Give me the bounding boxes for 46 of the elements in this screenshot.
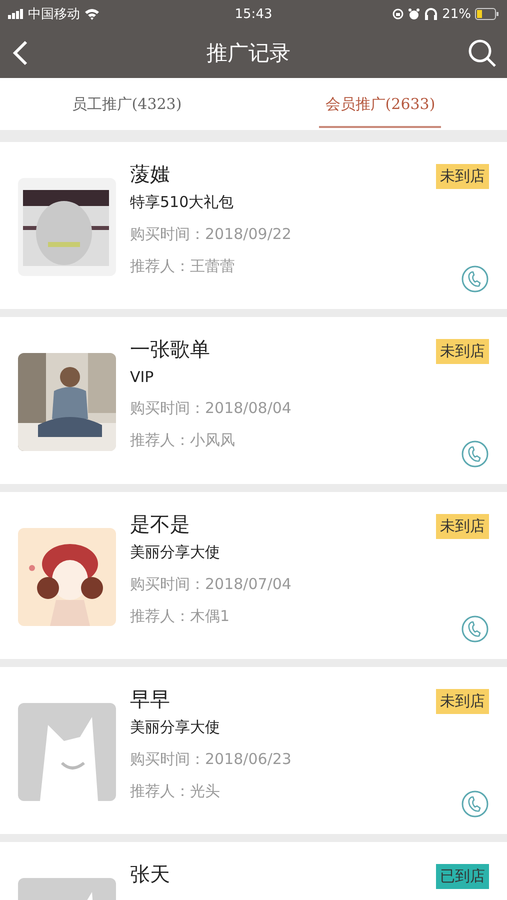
record-card[interactable]: 张天 已到店	[0, 842, 507, 900]
record-card[interactable]: 是不是 美丽分享大使 购买时间：2018/07/04 推荐人：木偶1 未到店	[0, 492, 507, 659]
member-name: 张天	[130, 861, 170, 888]
alarm-icon	[408, 8, 420, 20]
package-name: 美丽分享大使	[130, 718, 220, 737]
tab[interactable]: 会员推广(2633)	[254, 78, 507, 130]
status-badge: 未到店	[436, 339, 489, 364]
battery-icon	[475, 8, 499, 20]
signal-icon	[8, 9, 24, 19]
record-card[interactable]: 一张歌单 VIP 购买时间：2018/08/04 推荐人：小风风 未到店	[0, 317, 507, 484]
record-card[interactable]: 早早 美丽分享大使 购买时间：2018/06/23 推荐人：光头 未到店	[0, 667, 507, 834]
status-badge: 已到店	[436, 864, 489, 889]
status-badge: 未到店	[436, 164, 489, 189]
phone-icon[interactable]	[461, 615, 489, 643]
member-name: 早早	[130, 686, 170, 713]
headphones-icon	[424, 8, 438, 20]
purchase-time: 购买时间：2018/09/22	[130, 225, 292, 244]
record-card[interactable]: 蔆媸 特享510大礼包 购买时间：2018/09/22 推荐人：王蕾蕾 未到店	[0, 142, 507, 309]
purchase-time: 购买时间：2018/07/04	[130, 575, 292, 594]
wifi-icon	[84, 8, 100, 20]
package-name: 美丽分享大使	[130, 543, 220, 562]
status-badge: 未到店	[436, 514, 489, 539]
phone-icon[interactable]	[461, 265, 489, 293]
tab[interactable]: 员工推广(4323)	[0, 78, 254, 130]
avatar-placeholder-icon	[18, 703, 116, 801]
referrer: 推荐人：王蕾蕾	[130, 257, 235, 276]
referrer: 推荐人：木偶1	[130, 607, 230, 626]
rotation-lock-icon	[392, 8, 404, 20]
referrer: 推荐人：小风风	[130, 431, 235, 450]
page-title: 推广记录	[206, 40, 290, 67]
member-name: 一张歌单	[130, 336, 210, 363]
referrer: 推荐人：光头	[130, 782, 220, 801]
battery-percent: 21%	[442, 6, 471, 22]
status-badge: 未到店	[436, 689, 489, 714]
purchase-time: 购买时间：2018/08/04	[130, 399, 292, 418]
member-name: 蔆媸	[130, 161, 170, 188]
package-name: 特享510大礼包	[130, 193, 234, 212]
purchase-time: 购买时间：2018/06/23	[130, 750, 292, 769]
member-name: 是不是	[130, 511, 190, 538]
search-icon[interactable]	[467, 38, 497, 68]
phone-icon[interactable]	[461, 790, 489, 818]
status-time: 15:43	[234, 6, 272, 22]
phone-icon[interactable]	[461, 440, 489, 468]
carrier-name: 中国移动	[28, 6, 80, 23]
back-icon[interactable]	[10, 40, 30, 66]
package-name: VIP	[130, 368, 154, 386]
